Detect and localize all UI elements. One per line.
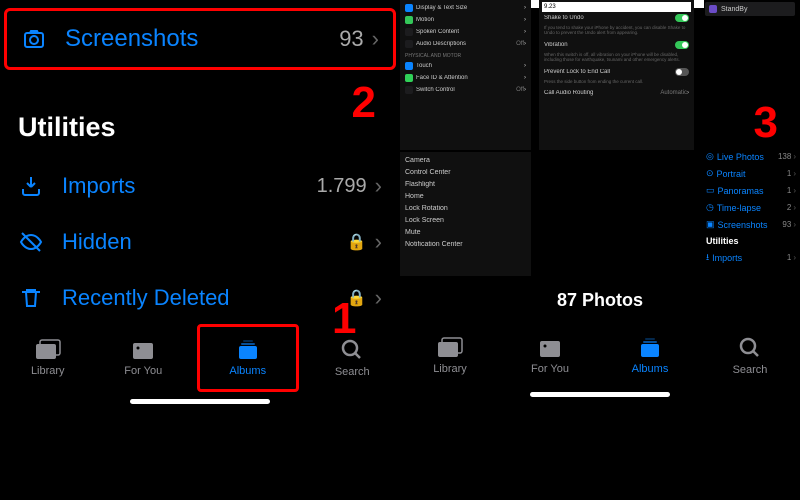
list-item[interactable]: ▣Screenshots93› [702, 216, 800, 233]
tab-label: Search [733, 364, 768, 376]
list-item[interactable]: ▭Panoramas1› [702, 182, 800, 199]
album-label: Hidden [62, 229, 347, 255]
album-row-imports[interactable]: Imports 1.799 › [0, 158, 400, 214]
tab-library[interactable]: Library [400, 320, 500, 392]
library-icon [437, 337, 463, 359]
albums-icon [638, 337, 662, 359]
chevron-right-icon: › [375, 173, 382, 199]
lock-icon: 🔒 [347, 232, 367, 252]
list-item[interactable]: ⭳Imports1› [702, 249, 800, 266]
hidden-icon [18, 229, 44, 255]
tab-bar: Library For You Albums Search [0, 322, 400, 394]
thumbnail-settings-touch[interactable]: 9.23 Shake to Undo If you tend to shake … [539, 0, 694, 150]
tab-albums[interactable]: Albums [600, 320, 700, 392]
callout-step-2: 2 [352, 78, 376, 128]
list-item[interactable]: ◷Time-lapse2› [702, 199, 800, 216]
photo-count-label: 87 Photos [400, 290, 800, 311]
callout-step-3: 3 [754, 98, 778, 148]
home-indicator[interactable] [130, 399, 270, 404]
album-count: 1.799 [317, 175, 367, 198]
search-icon [340, 338, 364, 362]
tab-label: Albums [632, 363, 669, 375]
albums-icon [236, 339, 260, 361]
home-indicator[interactable] [530, 392, 670, 397]
chevron-right-icon: › [375, 285, 382, 311]
tab-label: Library [31, 365, 65, 377]
tab-label: Albums [229, 365, 266, 377]
tab-library[interactable]: Library [0, 322, 96, 394]
tab-label: For You [124, 365, 162, 377]
chevron-right-icon: › [375, 229, 382, 255]
tab-albums[interactable]: Albums [197, 324, 299, 392]
tab-for-you[interactable]: For You [96, 322, 192, 394]
album-label: Recently Deleted [62, 285, 347, 311]
album-label: Screenshots [65, 25, 339, 53]
left-phone-screen: Screenshots 93 › 2 Utilities Imports 1.7… [0, 0, 400, 500]
toggle-on-icon [675, 41, 689, 49]
import-icon [18, 173, 44, 199]
tab-label: For You [531, 363, 569, 375]
for-you-icon [131, 339, 155, 361]
tab-search[interactable]: Search [305, 322, 401, 394]
tab-label: Search [335, 366, 370, 378]
list-item[interactable]: ⊙Portrait1› [702, 165, 800, 182]
screenshot-icon [21, 26, 47, 52]
toggle-off-icon [675, 68, 689, 76]
thumbnail-assistivetouch-menu[interactable]: Camera Control Center Flashlight Home Lo… [400, 152, 531, 276]
for-you-icon [538, 337, 562, 359]
tab-search[interactable]: Search [700, 320, 800, 392]
library-icon [35, 339, 61, 361]
list-item[interactable]: ◎Live Photos138› [702, 148, 800, 165]
right-phone-screen: StandBy Display & Text Size› Motion› Spo… [400, 0, 800, 500]
trash-icon [18, 285, 44, 311]
album-row-screenshots[interactable]: Screenshots 93 › [4, 8, 396, 70]
tab-label: Library [433, 363, 467, 375]
album-row-hidden[interactable]: Hidden 🔒 › [0, 214, 400, 270]
album-count: 93 [339, 26, 363, 52]
toggle-on-icon [675, 14, 689, 22]
tab-for-you[interactable]: For You [500, 320, 600, 392]
section-header-utilities: Utilities [702, 233, 800, 249]
media-types-list: ◎Live Photos138› ⊙Portrait1› ▭Panoramas1… [702, 148, 800, 266]
thumbnail-settings-accessibility[interactable]: Display & Text Size› Motion› Spoken Cont… [400, 0, 531, 150]
chevron-right-icon: › [372, 26, 379, 52]
search-icon [738, 336, 762, 360]
tab-bar: Library For You Albums Search [400, 320, 800, 392]
album-label: Imports [62, 173, 317, 199]
section-header-utilities: Utilities [18, 112, 116, 143]
